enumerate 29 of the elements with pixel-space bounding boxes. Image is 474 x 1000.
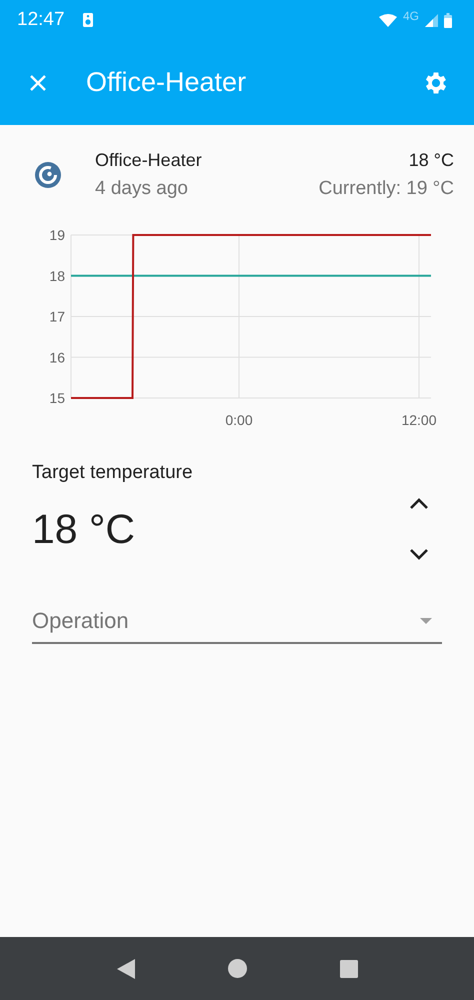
chevron-up-icon: [408, 496, 430, 510]
thermostat-icon: [34, 161, 62, 189]
x-tick-label: 12:00: [401, 412, 437, 428]
y-tick-label: 19: [49, 227, 65, 243]
operation-dropdown[interactable]: Operation: [32, 600, 442, 644]
back-button[interactable]: [116, 958, 134, 978]
y-tick-label: 17: [49, 308, 65, 324]
signal-icon: [425, 14, 438, 26]
x-tick-label: 0:00: [225, 412, 253, 428]
close-icon: [28, 72, 48, 92]
wifi-icon: [378, 14, 397, 26]
y-tick-label: 18: [49, 268, 65, 284]
entity-name: Office-Heater: [95, 150, 202, 171]
target-reading: 18 °C: [408, 150, 454, 171]
network-type: 4G: [402, 9, 419, 23]
clock: 12:47: [17, 9, 65, 31]
y-tick-label: 16: [49, 349, 65, 366]
last-changed: 4 days ago: [95, 178, 189, 200]
recents-button[interactable]: [340, 960, 358, 978]
target-temperature-value: 18 °C: [32, 506, 136, 552]
target-temperature-label: Target temperature: [32, 462, 194, 484]
home-button[interactable]: [228, 959, 246, 978]
battery-icon: [444, 12, 452, 28]
speaker-icon: [82, 13, 93, 27]
dropdown-arrow-icon: [420, 618, 432, 624]
current-reading: Currently: 19 °C: [318, 178, 454, 200]
app-title: Office-Heater: [86, 67, 248, 98]
chevron-down-icon: [408, 548, 430, 562]
y-tick-label: 15: [49, 390, 65, 406]
